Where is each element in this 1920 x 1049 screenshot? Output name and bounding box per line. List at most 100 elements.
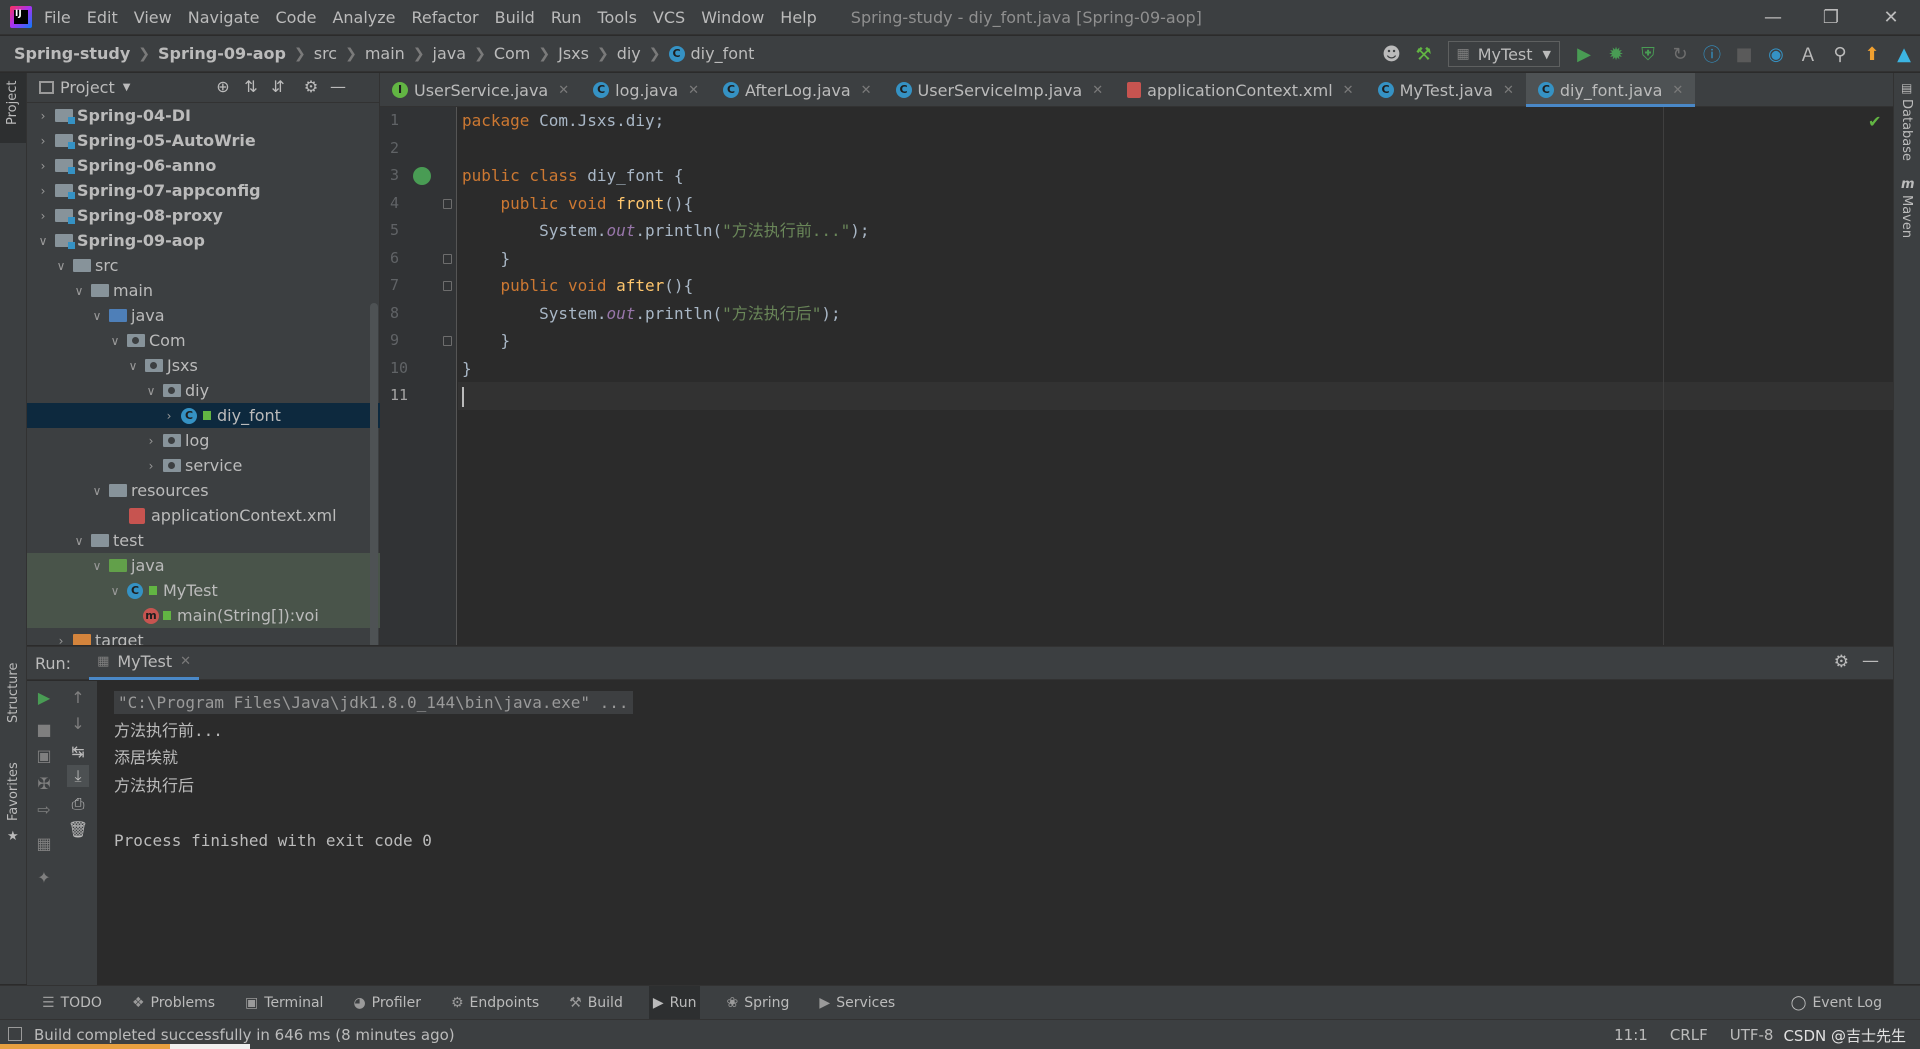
menu-view[interactable]: View <box>134 8 172 27</box>
file-encoding[interactable]: UTF-8 <box>1730 1026 1774 1044</box>
tab-mytest[interactable]: C MyTest.java ✕ <box>1366 73 1526 107</box>
menu-navigate[interactable]: Navigate <box>188 8 260 27</box>
hide-icon[interactable]: — <box>327 77 349 99</box>
chevron-right-icon[interactable]: › <box>143 459 159 473</box>
help-icon[interactable]: ⓘ <box>1698 40 1726 68</box>
maven-tool-button[interactable]: m Maven <box>1894 173 1920 243</box>
structure-tool-button[interactable]: Structure <box>0 643 26 733</box>
chevron-down-icon[interactable]: ∨ <box>71 534 87 548</box>
tree-item[interactable]: › log <box>27 428 380 453</box>
tab-userserviceimp[interactable]: C UserServiceImp.java ✕ <box>884 73 1116 107</box>
tab-applicationcontext[interactable]: applicationContext.xml ✕ <box>1115 73 1365 107</box>
tree-item[interactable]: ∨ resources <box>27 478 380 503</box>
fold-icon[interactable] <box>443 253 452 264</box>
close-icon[interactable]: ✕ <box>558 83 569 98</box>
chevron-down-icon[interactable]: ∨ <box>107 584 123 598</box>
chevron-right-icon[interactable]: › <box>35 184 51 198</box>
locate-icon[interactable]: ⊕ <box>212 77 234 99</box>
chevron-down-icon[interactable]: ∨ <box>35 234 51 248</box>
rerun-icon[interactable]: ▶ <box>33 687 55 709</box>
event-log-button[interactable]: ◯ Event Log <box>1791 986 1882 1020</box>
breadcrumb-project[interactable]: Spring-study <box>14 44 130 63</box>
close-icon[interactable]: ✕ <box>1092 83 1103 98</box>
breadcrumb-src[interactable]: src <box>314 44 337 63</box>
breadcrumb-java[interactable]: java <box>433 44 467 63</box>
menu-run[interactable]: Run <box>551 8 582 27</box>
stop-icon[interactable]: ■ <box>1730 40 1758 68</box>
menu-refactor[interactable]: Refactor <box>412 8 479 27</box>
line-separator[interactable]: CRLF <box>1670 1026 1708 1044</box>
build-tool-button[interactable]: ⚒ Build <box>565 986 627 1020</box>
debug-icon[interactable]: ✹ <box>1602 40 1630 68</box>
close-icon[interactable]: ✕ <box>1672 83 1683 98</box>
run-icon[interactable]: ▶ <box>1570 40 1598 68</box>
tree-item[interactable]: › Spring-06-anno <box>27 153 380 178</box>
print-icon[interactable]: ⎙ <box>67 793 89 815</box>
hide-icon[interactable]: — <box>1862 651 1879 671</box>
breadcrumb-com[interactable]: Com <box>494 44 531 63</box>
project-panel-title[interactable]: Project <box>60 78 115 97</box>
chevron-right-icon[interactable]: › <box>35 159 51 173</box>
menu-window[interactable]: Window <box>701 8 764 27</box>
chevron-down-icon[interactable]: ∨ <box>53 259 69 273</box>
tree-item[interactable]: ∨ java <box>27 303 380 328</box>
status-message[interactable]: Build completed successfully in 646 ms (… <box>34 1026 455 1044</box>
fold-icon[interactable] <box>443 198 452 209</box>
minimize-icon[interactable]: — <box>1744 0 1802 35</box>
favorites-tool-button[interactable]: Favorites ★ <box>0 743 26 844</box>
tab-log[interactable]: C log.java ✕ <box>581 73 711 107</box>
chevron-right-icon[interactable]: › <box>35 209 51 223</box>
tree-item[interactable]: ∨ main <box>27 278 380 303</box>
close-icon[interactable]: ✕ <box>1862 0 1920 35</box>
tree-item[interactable]: applicationContext.xml <box>27 503 380 528</box>
chevron-down-icon[interactable]: ∨ <box>89 309 105 323</box>
breadcrumb-diy[interactable]: diy <box>617 44 641 63</box>
tree-item[interactable]: ∨ Spring-09-aop <box>27 228 380 253</box>
tree-item[interactable]: › Spring-08-proxy <box>27 203 380 228</box>
run-class-icon[interactable] <box>413 167 431 185</box>
tab-afterlog[interactable]: C AfterLog.java ✕ <box>711 73 884 107</box>
gear-icon[interactable]: ⚙ <box>1834 652 1849 672</box>
fold-icon[interactable] <box>443 281 452 291</box>
tree-item[interactable]: › target <box>27 628 380 645</box>
menu-build[interactable]: Build <box>495 8 535 27</box>
menu-edit[interactable]: Edit <box>87 8 118 27</box>
spring-tool-button[interactable]: ❀ Spring <box>722 986 793 1020</box>
toolbox-icon[interactable]: ▲ <box>1890 40 1918 68</box>
terminal-tool-button[interactable]: ▣ Terminal <box>241 986 327 1020</box>
fold-icon[interactable] <box>443 336 452 346</box>
tree-item[interactable]: ∨ C MyTest <box>27 578 380 603</box>
update-icon[interactable]: ⬆ <box>1858 40 1886 68</box>
status-window-icon[interactable] <box>8 1027 22 1041</box>
menu-code[interactable]: Code <box>276 8 317 27</box>
camera-icon[interactable]: ▣ <box>33 745 55 767</box>
tree-item[interactable]: ∨ diy <box>27 378 380 403</box>
tree-item[interactable]: ∨ java <box>27 553 380 578</box>
chevron-down-icon[interactable]: ∨ <box>143 384 159 398</box>
run-tab-mytest[interactable]: ▦ MyTest ✕ <box>89 647 200 680</box>
chevron-down-icon[interactable]: ∨ <box>125 359 141 373</box>
chevron-down-icon[interactable]: ∨ <box>89 559 105 573</box>
build-hammer-icon[interactable]: ⚒ <box>1410 40 1438 68</box>
chevron-down-icon[interactable]: ∨ <box>71 284 87 298</box>
breadcrumb-module[interactable]: Spring-09-aop <box>158 44 286 63</box>
search-everywhere-icon[interactable]: ◉ <box>1762 40 1790 68</box>
menu-tools[interactable]: Tools <box>598 8 637 27</box>
menu-vcs[interactable]: VCS <box>653 8 685 27</box>
menu-help[interactable]: Help <box>780 8 816 27</box>
restore-icon[interactable]: ❐ <box>1802 0 1860 35</box>
expand-all-icon[interactable]: ⇅ <box>240 77 262 99</box>
breadcrumb-main[interactable]: main <box>365 44 405 63</box>
project-tool-button[interactable]: Project <box>0 73 26 143</box>
close-icon[interactable]: ✕ <box>861 83 872 98</box>
chevron-down-icon[interactable]: ∨ <box>107 334 123 348</box>
chevron-right-icon[interactable]: › <box>161 409 177 423</box>
tab-diy-font[interactable]: C diy_font.java ✕ <box>1525 73 1696 107</box>
console-output[interactable]: "C:\Program Files\Java\jdk1.8.0_144\bin\… <box>100 681 1893 984</box>
soft-wrap-icon[interactable]: ↹ <box>67 741 89 763</box>
exit-icon[interactable]: ✠ <box>33 773 55 795</box>
tree-item[interactable]: ∨ Jsxs <box>27 353 380 378</box>
layout-icon[interactable]: ▦ <box>33 833 55 855</box>
login-icon[interactable]: ⇨ <box>33 799 55 821</box>
close-icon[interactable]: ✕ <box>180 654 191 669</box>
